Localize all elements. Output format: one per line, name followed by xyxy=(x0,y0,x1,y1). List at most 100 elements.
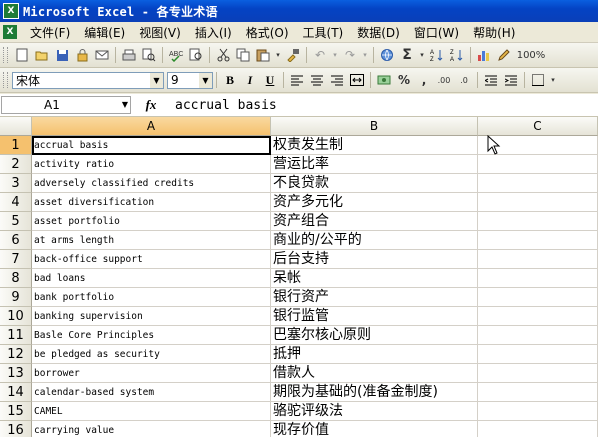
row-header[interactable]: 10 xyxy=(0,307,32,326)
cell-a[interactable]: CAMEL xyxy=(32,402,271,421)
increase-indent-icon[interactable] xyxy=(502,71,520,89)
cell-a[interactable]: be pledged as security xyxy=(32,345,271,364)
chevron-down-icon[interactable]: ▼ xyxy=(150,72,163,88)
chevron-down-icon[interactable]: ▼ xyxy=(199,72,212,88)
row-header[interactable]: 8 xyxy=(0,269,32,288)
menu-tools[interactable]: 工具(T) xyxy=(296,24,351,41)
chevron-down-icon[interactable]: ▼ xyxy=(122,97,128,113)
cell-b[interactable]: 资产组合 xyxy=(271,212,478,231)
research-icon[interactable] xyxy=(187,46,205,64)
menu-insert[interactable]: 插入(I) xyxy=(188,24,239,41)
excel-app-icon[interactable]: X xyxy=(3,3,19,19)
align-right-icon[interactable] xyxy=(328,71,346,89)
cell-c[interactable] xyxy=(478,421,598,437)
cell-c[interactable] xyxy=(478,193,598,212)
hyperlink-icon[interactable] xyxy=(378,46,396,64)
cell-c[interactable] xyxy=(478,383,598,402)
align-center-icon[interactable] xyxy=(308,71,326,89)
cell-b[interactable]: 商业的/公平的 xyxy=(271,231,478,250)
drawing-icon[interactable] xyxy=(495,46,513,64)
currency-icon[interactable] xyxy=(375,71,393,89)
cell-b[interactable]: 不良贷款 xyxy=(271,174,478,193)
cell-b[interactable]: 银行监管 xyxy=(271,307,478,326)
sort-descending-icon[interactable]: ZA xyxy=(448,46,466,64)
row-header[interactable]: 14 xyxy=(0,383,32,402)
row-header[interactable]: 7 xyxy=(0,250,32,269)
autosum-icon[interactable]: Σ xyxy=(398,46,416,64)
zoom-box[interactable]: 100% xyxy=(515,46,547,64)
menu-format[interactable]: 格式(O) xyxy=(239,24,296,41)
cell-c[interactable] xyxy=(478,364,598,383)
name-box[interactable]: A1 ▼ xyxy=(1,96,131,114)
cell-c[interactable] xyxy=(478,288,598,307)
cell-a[interactable]: bank portfolio xyxy=(32,288,271,307)
row-header[interactable]: 5 xyxy=(0,212,32,231)
cell-a[interactable]: bad loans xyxy=(32,269,271,288)
cell-b[interactable]: 骆驼评级法 xyxy=(271,402,478,421)
cell-c[interactable] xyxy=(478,250,598,269)
new-icon[interactable] xyxy=(13,46,31,64)
cell-c[interactable] xyxy=(478,174,598,193)
save-icon[interactable] xyxy=(53,46,71,64)
cell-a[interactable]: banking supervision xyxy=(32,307,271,326)
cell-b[interactable]: 借款人 xyxy=(271,364,478,383)
cell-b[interactable]: 现存价值 xyxy=(271,421,478,437)
cell-a[interactable]: Basle Core Principles xyxy=(32,326,271,345)
paste-dropdown-icon[interactable]: ▾ xyxy=(274,46,282,64)
menu-edit[interactable]: 编辑(E) xyxy=(77,24,132,41)
decrease-decimal-icon[interactable]: .0 xyxy=(455,71,473,89)
cut-icon[interactable] xyxy=(214,46,232,64)
sort-ascending-icon[interactable]: AZ xyxy=(428,46,446,64)
cell-a[interactable]: back-office support xyxy=(32,250,271,269)
align-left-icon[interactable] xyxy=(288,71,306,89)
row-header[interactable]: 13 xyxy=(0,364,32,383)
underline-button[interactable]: U xyxy=(261,71,279,89)
cell-b[interactable]: 营运比率 xyxy=(271,155,478,174)
row-header[interactable]: 4 xyxy=(0,193,32,212)
row-header[interactable]: 11 xyxy=(0,326,32,345)
bold-button[interactable]: B xyxy=(221,71,239,89)
cell-a[interactable]: accrual basis xyxy=(32,136,271,155)
column-header-a[interactable]: A xyxy=(32,117,271,136)
format-painter-icon[interactable] xyxy=(284,46,302,64)
cell-c[interactable] xyxy=(478,155,598,174)
spelling-icon[interactable]: ABC xyxy=(167,46,185,64)
row-header[interactable]: 1 xyxy=(0,136,32,155)
menu-view[interactable]: 视图(V) xyxy=(132,24,188,41)
undo-dropdown-icon[interactable]: ▾ xyxy=(331,46,339,64)
row-header[interactable]: 3 xyxy=(0,174,32,193)
cell-a[interactable]: carrying value xyxy=(32,421,271,437)
cell-c[interactable] xyxy=(478,326,598,345)
cell-c[interactable] xyxy=(478,307,598,326)
menu-data[interactable]: 数据(D) xyxy=(350,24,407,41)
row-header[interactable]: 9 xyxy=(0,288,32,307)
comma-style-icon[interactable]: , xyxy=(415,71,433,89)
italic-button[interactable]: I xyxy=(241,71,259,89)
decrease-indent-icon[interactable] xyxy=(482,71,500,89)
redo-dropdown-icon[interactable]: ▾ xyxy=(361,46,369,64)
select-all-corner[interactable] xyxy=(0,117,32,136)
cell-b[interactable]: 资产多元化 xyxy=(271,193,478,212)
row-header[interactable]: 12 xyxy=(0,345,32,364)
email-icon[interactable] xyxy=(93,46,111,64)
borders-dropdown-icon[interactable]: ▾ xyxy=(549,71,557,89)
redo-icon[interactable]: ↷ xyxy=(341,46,359,64)
document-control-icon[interactable]: X xyxy=(3,25,17,39)
toolbar-grip[interactable] xyxy=(3,47,8,63)
copy-icon[interactable] xyxy=(234,46,252,64)
borders-icon[interactable] xyxy=(529,71,547,89)
toolbar-grip[interactable] xyxy=(3,72,8,88)
cell-c[interactable] xyxy=(478,269,598,288)
cell-a[interactable]: asset portfolio xyxy=(32,212,271,231)
font-size-combo[interactable]: 9 ▼ xyxy=(167,71,213,89)
cell-a[interactable]: calendar-based system xyxy=(32,383,271,402)
cell-a[interactable]: adversely classified credits xyxy=(32,174,271,193)
permission-icon[interactable] xyxy=(73,46,91,64)
cell-b[interactable]: 银行资产 xyxy=(271,288,478,307)
cell-c[interactable] xyxy=(478,231,598,250)
undo-icon[interactable]: ↶ xyxy=(311,46,329,64)
menu-help[interactable]: 帮助(H) xyxy=(466,24,522,41)
cell-c[interactable] xyxy=(478,402,598,421)
cell-b[interactable]: 期限为基础的(准备金制度) xyxy=(271,383,478,402)
row-header[interactable]: 2 xyxy=(0,155,32,174)
